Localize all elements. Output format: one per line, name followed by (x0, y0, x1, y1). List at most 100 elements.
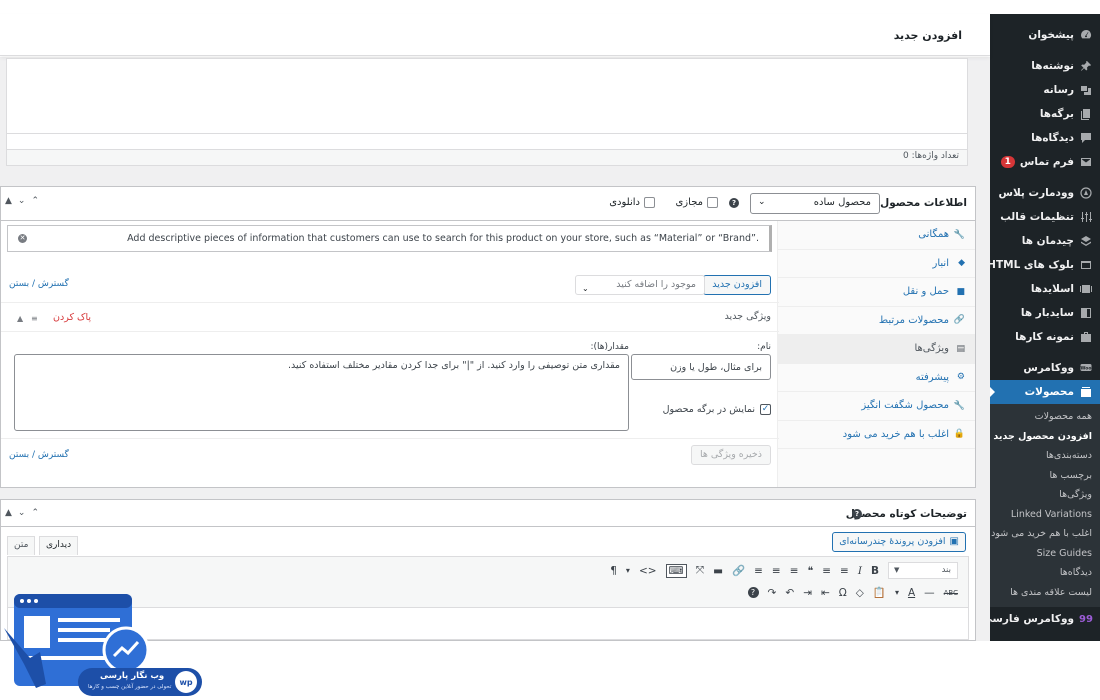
expand-collapse-link[interactable]: گسترش / بستن (9, 279, 69, 289)
sidebar-item-comments[interactable]: دیدگاه‌ها (990, 126, 1100, 150)
read-more-button[interactable]: ▬ (713, 565, 723, 577)
code-button[interactable]: <> (639, 565, 657, 577)
collapse-icon[interactable]: ⌃ (31, 196, 39, 206)
tab-label: حمل و نقل (902, 286, 949, 298)
align-center-button[interactable]: ≡ (772, 565, 781, 577)
sidebar-item-label: چیدمان ها (1021, 235, 1074, 247)
tab-visual[interactable]: دیداری (39, 536, 79, 555)
submenu-linked-variations[interactable]: Linked Variations (990, 505, 1100, 525)
submenu-reviews[interactable]: دیدگاه‌ها (990, 563, 1100, 583)
tab-attributes[interactable]: ▤ ویژگی‌ها (778, 335, 975, 364)
drag-handle-icon[interactable]: ≡ (31, 314, 38, 323)
attribute-values-textarea[interactable]: مقداری متن توصیفی را وارد کنید. از "|" ب… (14, 354, 629, 431)
submenu-tags[interactable]: برچسب ها (990, 466, 1100, 486)
text-color-button[interactable]: A (908, 587, 915, 599)
help-icon[interactable]: ? (852, 509, 862, 519)
dropdown-icon[interactable]: ▾ (626, 566, 630, 575)
paragraph-direction-button[interactable]: ¶ (610, 565, 617, 577)
sidebar-item-woodmart-plus[interactable]: وودمارت پلاس (990, 181, 1100, 205)
move-up-icon[interactable]: ▲ (5, 196, 12, 206)
outdent-button[interactable]: ⇤ (821, 587, 830, 599)
virtual-checkbox[interactable]: مجازی (675, 197, 718, 208)
sidebar-item-label: نمونه کارها (1015, 331, 1074, 343)
collapse-attribute-icon[interactable]: ▲ (17, 314, 23, 323)
tab-linked-products[interactable]: 🔗 محصولات مرتبط (778, 307, 975, 335)
checkbox[interactable] (644, 197, 655, 208)
tab-inventory[interactable]: ◆ انبار (778, 250, 975, 278)
virtual-label: مجازی (675, 197, 703, 208)
italic-button[interactable]: I (858, 565, 862, 577)
sidebar-item-theme-settings[interactable]: تنظیمات قالب (990, 205, 1100, 229)
clear-formatting-button[interactable]: ◇ (856, 587, 864, 599)
text-color-dropdown-icon[interactable]: ▾ (895, 588, 899, 597)
submenu-wishlists[interactable]: لیست علاقه مندی ها (990, 583, 1100, 603)
align-right-button[interactable]: ≡ (754, 565, 763, 577)
tab-text[interactable]: متن (7, 536, 36, 555)
undo-button[interactable]: ↶ (785, 587, 794, 599)
attribute-values-placeholder: مقداری متن توصیفی را وارد کنید. از "|" ب… (288, 360, 620, 371)
media-icon: ▣ (949, 536, 959, 547)
tab-general[interactable]: 🔧 همگانی (778, 221, 975, 250)
collapse-icon[interactable]: ⌃ (31, 508, 39, 518)
horizontal-line-button[interactable]: — (924, 587, 935, 599)
strikethrough-button[interactable]: ABC (944, 589, 958, 597)
add-media-button[interactable]: ▣ افزودن پروندهٔ چندرسانه‌ای (832, 532, 966, 552)
paste-text-button[interactable]: 📋 (873, 586, 886, 599)
submenu-all-products[interactable]: همه محصولات (990, 407, 1100, 427)
expand-collapse-link[interactable]: گسترش / بستن (9, 450, 69, 460)
sidebar-item-sidebars[interactable]: سایدبار ها (990, 301, 1100, 325)
attribute-name-input[interactable]: برای مثال، طول یا وزن (631, 354, 771, 380)
existing-attribute-select[interactable]: موجود را اضافه کنید ⌄ (575, 275, 705, 295)
sidebar-item-dashboard[interactable]: پیشخوان (990, 23, 1100, 47)
bold-button[interactable]: B (871, 565, 879, 577)
remove-attribute-link[interactable]: پاک کردن (53, 312, 91, 323)
redo-button[interactable]: ↷ (768, 587, 777, 599)
sidebar-item-pages[interactable]: برگه‌ها (990, 102, 1100, 126)
move-down-icon[interactable]: ⌄ (18, 196, 26, 206)
checkbox[interactable] (707, 197, 718, 208)
submenu-size-guides[interactable]: Size Guides (990, 544, 1100, 564)
move-up-icon[interactable]: ▲ (5, 508, 12, 518)
tab-advanced[interactable]: ⚙ پیشرفته (778, 364, 975, 392)
downloadable-checkbox[interactable]: دانلودی (609, 197, 655, 208)
media-icon (1080, 84, 1092, 96)
product-type-select[interactable]: محصول ساده ⌄ (750, 193, 880, 214)
submenu-attributes[interactable]: ویژگی‌ها (990, 485, 1100, 505)
sidebar-item-slides[interactable]: اسلایدها (990, 277, 1100, 301)
submenu-add-new-product[interactable]: افزودن محصول جدید (990, 427, 1100, 447)
format-select[interactable]: بند ▼ (888, 562, 958, 579)
save-attributes-button[interactable]: ذخیره ویژگی ها (690, 445, 771, 465)
sidebar-item-woocommerce[interactable]: Woo ووکامرس (990, 356, 1100, 380)
numbered-list-button[interactable]: ≡ (822, 565, 831, 577)
special-character-button[interactable]: Ω (839, 587, 847, 599)
toolbar-toggle-button[interactable]: ⌨ (665, 563, 687, 578)
word-count: تعداد واژه‌ها: 0 (903, 151, 959, 161)
content-editor[interactable]: تعداد واژه‌ها: 0 (6, 58, 968, 166)
tab-frequently-bought[interactable]: 🔒 اغلب با هم خرید می شود (778, 421, 975, 449)
sidebar-item-portfolio[interactable]: نمونه کارها (990, 325, 1100, 349)
keyboard-shortcuts-button[interactable]: ? (747, 587, 759, 598)
help-icon[interactable]: ? (729, 198, 739, 208)
sidebar-item-layouts[interactable]: چیدمان ها (990, 229, 1100, 253)
insert-link-button[interactable]: 🔗 (732, 564, 745, 577)
submenu-categories[interactable]: دسته‌بندی‌ها (990, 446, 1100, 466)
slides-icon (1080, 283, 1092, 295)
bullet-list-button[interactable]: ≡ (840, 565, 849, 577)
blockquote-button[interactable]: ❝ (808, 565, 814, 577)
submenu-frequently-bought[interactable]: اغلب با هم خرید می شود (990, 524, 1100, 544)
tab-shipping[interactable]: ■ حمل و نقل (778, 278, 975, 307)
visible-on-product-checkbox[interactable]: ✓ (760, 404, 771, 415)
sidebar-item-posts[interactable]: نوشته‌ها (990, 54, 1100, 78)
indent-button[interactable]: ⇥ (803, 587, 812, 599)
fullscreen-button[interactable]: ⤧ (696, 564, 704, 577)
tab-amazing-product[interactable]: 🔧 محصول شگفت انگیز (778, 392, 975, 421)
sidebar-item-html-blocks[interactable]: بلوک های HTML (990, 253, 1100, 277)
sidebar-item-woocommerce-persian[interactable]: 99 ووکامرس فارسی (990, 607, 1100, 631)
sidebar-item-media[interactable]: رسانه (990, 78, 1100, 102)
sidebar-item-contact-form[interactable]: فرم تماس 1 (990, 150, 1100, 174)
dismiss-icon[interactable]: ✕ (18, 234, 27, 243)
align-left-button[interactable]: ≡ (790, 565, 799, 577)
add-new-attribute-button[interactable]: افزودن جدید (703, 275, 771, 295)
sidebar-item-products[interactable]: محصولات (990, 380, 1100, 404)
move-down-icon[interactable]: ⌄ (18, 508, 26, 518)
